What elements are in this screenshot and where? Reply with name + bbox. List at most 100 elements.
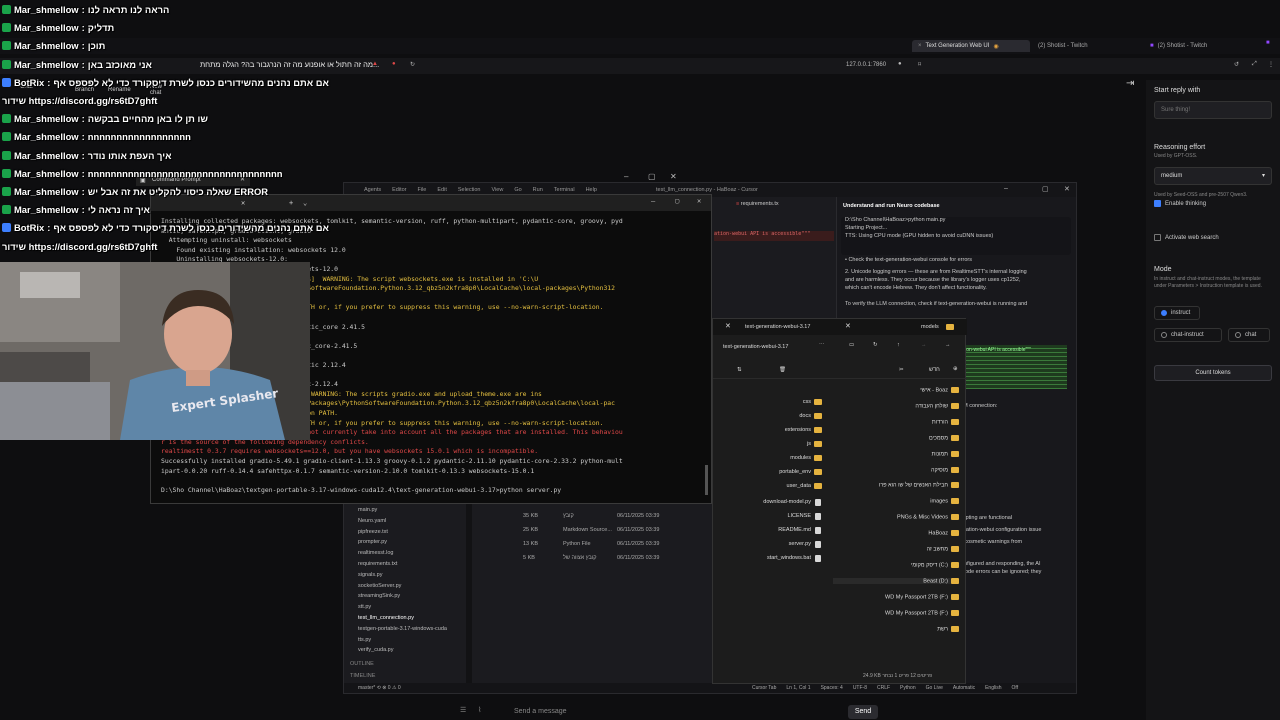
new-chat-button[interactable]: New chat (150, 84, 170, 96)
fe-nav-item[interactable]: WD My Passport 2TB (F:) (833, 609, 959, 616)
site-info-icon[interactable]: ● (898, 61, 902, 67)
menu-item[interactable]: Help (586, 187, 597, 193)
explorer-file[interactable]: main.py (358, 507, 377, 513)
branch-status[interactable]: master* ⟲ ⊗ 0 ⚠ 0 (358, 685, 401, 691)
add-tab-icon[interactable]: + (289, 199, 293, 207)
cmd-title-tab[interactable]: ▣ Command Prompt ✕ (136, 174, 250, 186)
outline-section[interactable]: OUTLINE (350, 661, 374, 667)
attach-icon[interactable]: ⌇ (478, 706, 481, 714)
menu-icon[interactable]: ☰ (460, 706, 466, 714)
explorer-file[interactable]: test_llm_connection.py (358, 615, 414, 621)
reasoning-select[interactable]: medium ▾ (1154, 167, 1272, 185)
status-item[interactable]: Spaces: 4 (821, 685, 843, 691)
explorer-file[interactable]: prompter.py (358, 539, 387, 545)
close-icon[interactable]: ✕ (697, 197, 701, 205)
refresh-icon[interactable]: ↻ (410, 61, 415, 68)
delete-icon[interactable]: 🗑 (779, 367, 786, 373)
explorer-file[interactable]: pipfreeze.txt (358, 529, 388, 535)
fe-folder-row[interactable]: modules (713, 455, 967, 469)
status-item[interactable]: English (985, 685, 1001, 691)
scrollbar[interactable] (466, 503, 472, 683)
browser-tab-twitch-1[interactable]: (2) Shotist - Twitch (1032, 40, 1136, 52)
menu-item[interactable]: Editor (392, 187, 406, 193)
explorer-file[interactable]: stt.py (358, 604, 371, 610)
explorer-file[interactable]: streamingSink.py (358, 593, 400, 599)
fe-folder-row[interactable]: user_data (713, 483, 967, 497)
chevron-down-icon[interactable]: ⌄ (303, 199, 307, 207)
status-item[interactable]: Python (900, 685, 916, 691)
explorer-file[interactable]: verify_cuda.py (358, 647, 393, 653)
url-text[interactable]: 127.0.0.1:7860 (846, 62, 886, 68)
sort-icon[interactable]: ⇅ (737, 367, 742, 373)
explorer-file[interactable]: socketioServer.py (358, 583, 401, 589)
web-search-checkbox[interactable]: Activate web search (1154, 234, 1219, 241)
close-icon[interactable]: ✕ (845, 322, 851, 330)
fe-folder-row[interactable]: docs (713, 413, 967, 427)
fe-file-row[interactable]: 35 KB קובץ 06/11/2025 03:39 LICENSE (523, 513, 967, 527)
minimize-icon[interactable]: – (651, 197, 655, 205)
fe-folder-row[interactable]: js (713, 441, 967, 455)
view-icon[interactable]: ▭ (849, 342, 854, 348)
branch-button[interactable]: Branch (75, 87, 94, 93)
fe-nav-item[interactable]: רשת (833, 625, 959, 632)
start-reply-input[interactable]: Sure thing! (1154, 101, 1272, 119)
close-icon[interactable]: ✕ (241, 199, 245, 207)
menu-item[interactable]: View (492, 187, 504, 193)
extension-icon[interactable]: ● (392, 61, 396, 67)
status-item[interactable]: Cursor Tab (752, 685, 776, 691)
fullscreen-icon[interactable]: ⤢ (1252, 61, 1257, 68)
explorer-file[interactable]: requirements.txt (358, 561, 397, 567)
new-item-button[interactable]: חדש (929, 367, 940, 373)
minimize-icon[interactable]: – (624, 172, 628, 181)
chat-tab[interactable]: Chat (20, 84, 33, 90)
fe-folder-row[interactable]: portable_env (713, 469, 967, 483)
close-icon[interactable]: ✕ (240, 176, 245, 183)
new-icon[interactable]: ⊕ (953, 366, 958, 372)
fe-nav-item[interactable]: Beast (D:) (833, 577, 959, 585)
close-icon[interactable]: ✕ (1064, 185, 1070, 193)
refresh-icon[interactable]: ↻ (873, 342, 878, 348)
menu-item[interactable]: File (418, 187, 427, 193)
fe-path[interactable]: text-generation-webui-3.17 (723, 344, 788, 350)
fe-folder-row[interactable]: css (713, 399, 967, 413)
minimize-icon[interactable]: – (1004, 185, 1008, 192)
status-item[interactable]: Automatic (953, 685, 975, 691)
close-icon[interactable]: ✕ (725, 322, 731, 330)
enable-thinking-checkbox[interactable]: Enable thinking (1154, 200, 1206, 207)
scrollbar[interactable] (705, 465, 708, 495)
menu-item[interactable]: Go (514, 187, 521, 193)
up-arrow-icon[interactable]: ↑ (897, 342, 900, 348)
fe-file-row[interactable]: download-model.py (713, 499, 967, 513)
fe-nav-item[interactable]: WD My Passport 2TB (F:) (833, 593, 959, 600)
maximize-icon[interactable]: ▢ (1042, 185, 1049, 193)
menu-item[interactable]: Terminal (554, 187, 575, 193)
bookmark-icon[interactable]: ⌑ (918, 61, 921, 68)
more-icon[interactable]: ⋮ (1268, 61, 1274, 68)
mode-instruct-radio[interactable]: instruct (1154, 306, 1200, 320)
mode-chat-instruct-radio[interactable]: chat-instruct (1154, 328, 1222, 342)
status-item[interactable]: Go Live (926, 685, 943, 691)
status-item[interactable]: CRLF (877, 685, 890, 691)
mode-chat-radio[interactable]: chat (1228, 328, 1270, 342)
cut-icon[interactable]: ✂ (899, 367, 904, 373)
send-button[interactable]: Send (848, 705, 878, 719)
fe-file-row[interactable]: 5 KB קובץ אצווה של 06/11/2025 03:39 start_w… (523, 555, 967, 569)
more-icon[interactable]: ⋯ (819, 342, 825, 348)
fe-nav-item[interactable]: אישי - Boaz (833, 387, 959, 393)
message-input[interactable]: Send a message (514, 708, 567, 715)
fe-tab2-label[interactable]: models (921, 324, 939, 330)
menu-item[interactable]: Edit (437, 187, 446, 193)
close-icon[interactable]: ✕ (670, 172, 677, 181)
rename-button[interactable]: Rename (108, 87, 131, 93)
editor-tab[interactable]: ≡ requirements.tx (736, 201, 779, 207)
browser-tab-twitch-2[interactable]: ■ (2) Shotist - Twitch (1144, 40, 1254, 52)
arrow-left-icon[interactable]: ↤ (196, 80, 204, 91)
maximize-icon[interactable]: ▢ (648, 172, 656, 181)
menu-item[interactable]: Selection (458, 187, 481, 193)
status-item[interactable]: Ln 1, Col 1 (786, 685, 810, 691)
explorer-file[interactable]: tts.py (358, 637, 371, 643)
explorer-file[interactable]: signals.py (358, 572, 382, 578)
fe-file-row[interactable]: 25 KB Markdown Source... 06/11/2025 03:39 R… (523, 527, 967, 541)
back-arrow-icon[interactable]: → (945, 342, 951, 348)
toggle-sidebar-icon[interactable]: ⇥ (1126, 78, 1134, 89)
